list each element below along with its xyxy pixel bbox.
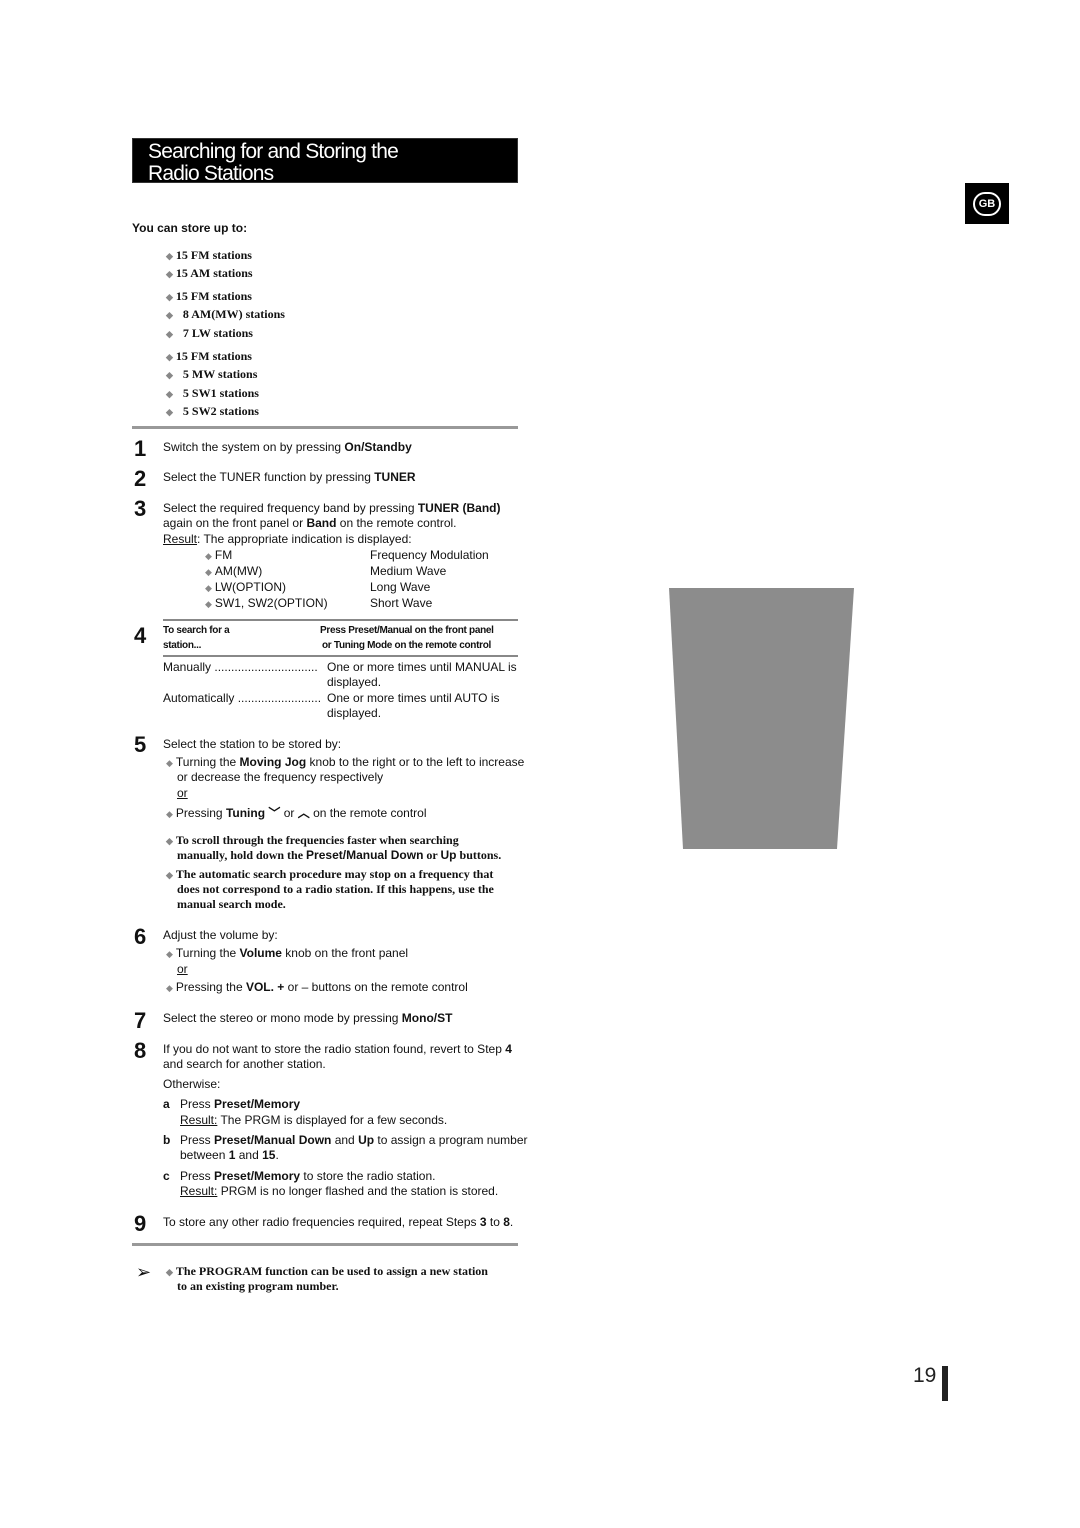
diamond-icon: ◆ xyxy=(205,567,212,577)
diamond-icon: ◆ xyxy=(166,389,173,399)
diamond-icon: ◆ xyxy=(205,599,212,609)
station-item: ◆ 15 FM stations xyxy=(166,248,252,262)
diamond-icon: ◆ xyxy=(166,836,173,846)
band-item: ◆ SW1, SW2(OPTION) xyxy=(205,596,328,610)
diamond-icon: ◆ xyxy=(166,329,173,339)
intro-heading: You can store up to: xyxy=(132,221,248,235)
diamond-icon: ◆ xyxy=(205,583,212,593)
diamond-icon: ◆ xyxy=(166,809,173,819)
title-line-1: Searching for and Storing the xyxy=(148,140,399,163)
diamond-icon: ◆ xyxy=(166,758,173,768)
diamond-icon: ◆ xyxy=(166,407,173,417)
step-number: 3 xyxy=(134,496,147,521)
diamond-icon: ◆ xyxy=(166,949,173,959)
page-number: 19 xyxy=(913,1364,937,1387)
note-text: The PROGRAM function can be used to assi… xyxy=(175,1264,488,1278)
step-number: 2 xyxy=(134,466,147,491)
chevron-up-icon: ︿ xyxy=(297,806,310,820)
diamond-icon: ◆ xyxy=(166,370,173,380)
station-item: ◆ 7 LW stations xyxy=(166,326,253,340)
diamond-icon: ◆ xyxy=(166,870,173,880)
manual-page: Searching for and Storing the Radio Stat… xyxy=(0,0,1080,1528)
table-rule xyxy=(163,655,518,657)
station-item: ◆ 15 FM stations xyxy=(166,349,252,363)
title-line-2: Radio Stations xyxy=(148,162,274,185)
step-number: 6 xyxy=(134,924,147,949)
diamond-icon: ◆ xyxy=(166,310,173,320)
step-number: 7 xyxy=(134,1008,147,1033)
step-1-text: Switch the system on by pressing On/Stan… xyxy=(163,440,412,454)
note-arrow-icon: ➢ xyxy=(136,1262,152,1282)
band-item: ◆ FM xyxy=(205,548,233,562)
diamond-icon: ◆ xyxy=(166,251,173,261)
station-item: ◆ 5 MW stations xyxy=(166,367,258,381)
step-number: 8 xyxy=(134,1038,147,1063)
station-item: ◆ 5 SW2 stations xyxy=(166,404,259,418)
step-number: 9 xyxy=(134,1211,147,1236)
station-item: ◆ 15 AM stations xyxy=(166,266,253,280)
band-item: ◆ AM(MW) xyxy=(205,564,263,578)
step-3-text: Select the required frequency band by pr… xyxy=(163,501,501,515)
diamond-icon: ◆ xyxy=(166,269,173,279)
step-number: 4 xyxy=(134,623,147,648)
step-number: 1 xyxy=(134,436,147,461)
page-title: Searching for and Storing the Radio Stat… xyxy=(132,138,518,185)
diamond-icon: ◆ xyxy=(205,551,212,561)
table-rule xyxy=(163,619,518,621)
band-item: ◆ LW(OPTION) xyxy=(205,580,287,594)
station-item: ◆ 15 FM stations xyxy=(166,289,252,303)
language-badge: GB xyxy=(965,183,1009,224)
station-item: ◆ 8 AM(MW) stations xyxy=(166,307,285,321)
divider xyxy=(132,426,518,429)
diamond-icon: ◆ xyxy=(166,292,173,302)
divider xyxy=(132,1243,518,1246)
chevron-down-icon: ﹀ xyxy=(268,806,281,820)
page-number-bar xyxy=(942,1366,948,1401)
badge-label: GB xyxy=(973,192,1001,216)
station-item: ◆ 5 SW1 stations xyxy=(166,386,259,400)
table-row-label: Automatically ......................... xyxy=(163,691,322,705)
diamond-icon: ◆ xyxy=(166,983,173,993)
step-number: 5 xyxy=(134,732,147,757)
diamond-icon: ◆ xyxy=(166,352,173,362)
table-row-label: Manually ............................... xyxy=(163,660,318,674)
gray-side-panel xyxy=(669,588,854,849)
diamond-icon: ◆ xyxy=(166,1267,173,1277)
step-2-text: Select the TUNER function by pressing TU… xyxy=(163,470,416,484)
